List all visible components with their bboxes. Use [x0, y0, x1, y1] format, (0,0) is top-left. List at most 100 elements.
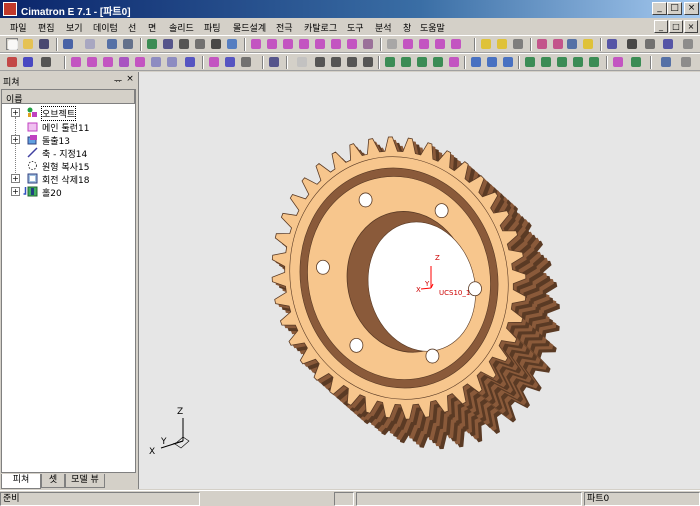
surface-d-icon[interactable]	[572, 56, 584, 68]
curve-d-icon[interactable]	[432, 56, 444, 68]
filter-point-icon[interactable]	[134, 56, 146, 68]
more-tools-icon[interactable]	[682, 38, 694, 50]
tool-a-icon[interactable]	[208, 56, 220, 68]
hidden-line-icon[interactable]	[434, 38, 446, 50]
select-arrow-icon[interactable]	[40, 56, 52, 68]
render-mode-dropdown-icon[interactable]	[450, 38, 462, 50]
tree-item-circular-copy[interactable]: 원형 복사15	[2, 159, 135, 173]
tree-item-objects[interactable]: + 오브젝트	[2, 106, 135, 121]
curve-e-icon[interactable]	[448, 56, 460, 68]
expand-icon[interactable]: +	[11, 135, 20, 144]
pin-icon[interactable]: ᅲ	[113, 74, 123, 87]
maximize-button[interactable]: □	[667, 2, 682, 15]
zoom-dynamic-icon[interactable]	[178, 38, 190, 50]
menu-file[interactable]: 파일	[10, 21, 27, 34]
sweep-tool-icon[interactable]	[502, 56, 514, 68]
name-column-header[interactable]: 이름	[2, 90, 135, 105]
menu-edit[interactable]: 편집	[38, 21, 55, 34]
filter-all-icon[interactable]	[150, 56, 162, 68]
filter-curve-icon[interactable]	[118, 56, 130, 68]
wireframe-icon[interactable]	[386, 38, 398, 50]
filter-set-icon[interactable]	[166, 56, 178, 68]
menu-view[interactable]: 보기	[66, 21, 83, 34]
view-iso-icon[interactable]	[250, 38, 262, 50]
new-icon[interactable]	[6, 38, 18, 50]
menu-electrode[interactable]: 전극	[276, 21, 293, 34]
rotate-icon[interactable]	[226, 38, 238, 50]
pick-icon[interactable]	[6, 56, 18, 68]
light-on-icon[interactable]	[480, 38, 492, 50]
minimize-button[interactable]: _	[652, 2, 667, 15]
tool-b-icon[interactable]	[224, 56, 236, 68]
menu-datum[interactable]: 데이텀	[93, 21, 118, 34]
menu-catalog[interactable]: 카탈로그	[304, 21, 337, 34]
tree-item-axis[interactable]: 축 - 지정14	[2, 146, 135, 160]
sketch-icon[interactable]	[268, 56, 280, 68]
circle-icon[interactable]	[362, 56, 374, 68]
doc-close-button[interactable]: ×	[684, 20, 698, 33]
shaded-edges-icon[interactable]	[418, 38, 430, 50]
tab-features[interactable]: 피쳐	[1, 474, 41, 489]
view-bottom-icon[interactable]	[330, 38, 342, 50]
point-icon[interactable]	[296, 56, 308, 68]
revolve-tool-icon[interactable]	[486, 56, 498, 68]
surface-e-icon[interactable]	[588, 56, 600, 68]
panel-close-icon[interactable]: ×	[125, 74, 135, 84]
expand-icon[interactable]: +	[11, 108, 20, 117]
extrude-tool-icon[interactable]	[470, 56, 482, 68]
feature-tree[interactable]: 이름 + 오브젝트 메인 툴런11 + 돌출13 축 - 지정14 원형 복사1…	[1, 89, 136, 473]
redo-icon[interactable]	[84, 38, 96, 50]
drafting-icon[interactable]	[660, 56, 672, 68]
curve-a-icon[interactable]	[384, 56, 396, 68]
measure-icon[interactable]	[662, 38, 674, 50]
tree-item-extrude[interactable]: + 돌출13	[2, 133, 135, 147]
doc-minimize-button[interactable]: _	[654, 20, 668, 33]
arc-icon[interactable]	[330, 56, 342, 68]
grid-icon[interactable]	[566, 38, 578, 50]
curve-b-icon[interactable]	[400, 56, 412, 68]
view-normal-icon[interactable]	[362, 38, 374, 50]
light-icon[interactable]	[496, 38, 508, 50]
view-top-icon[interactable]	[282, 38, 294, 50]
curve-c-icon[interactable]	[416, 56, 428, 68]
view-left-icon[interactable]	[346, 38, 358, 50]
glasses-icon[interactable]	[122, 38, 134, 50]
open-icon[interactable]	[22, 38, 34, 50]
light-off-icon[interactable]	[512, 38, 524, 50]
shaded-icon[interactable]	[402, 38, 414, 50]
surface-c-icon[interactable]	[556, 56, 568, 68]
close-button[interactable]: ×	[684, 2, 699, 15]
view-back-icon[interactable]	[314, 38, 326, 50]
delete-pick-icon[interactable]	[22, 56, 34, 68]
blend-icon[interactable]	[612, 56, 624, 68]
menu-window[interactable]: 창	[403, 21, 411, 34]
expand-icon[interactable]: +	[11, 187, 20, 196]
view-front-icon[interactable]	[266, 38, 278, 50]
view-right-icon[interactable]	[298, 38, 310, 50]
tree-item-main-tool[interactable]: 메인 툴런11	[2, 120, 135, 134]
undo-icon[interactable]	[62, 38, 74, 50]
line-icon[interactable]	[314, 56, 326, 68]
pan-icon[interactable]	[210, 38, 222, 50]
menu-help[interactable]: 도움말	[420, 21, 445, 34]
menu-parting[interactable]: 파팅	[204, 21, 221, 34]
gear-model[interactable]: Z X Y UCS10_1 Z X Y	[139, 72, 700, 489]
filter-edge-icon[interactable]	[102, 56, 114, 68]
layers-icon[interactable]	[582, 38, 594, 50]
menu-mold-design[interactable]: 몰드설계	[233, 21, 266, 34]
arrow-left-icon[interactable]	[536, 38, 548, 50]
zoom-all-icon[interactable]	[146, 38, 158, 50]
filter-face-icon[interactable]	[70, 56, 82, 68]
menu-tools[interactable]: 도구	[347, 21, 364, 34]
zoom-window-icon[interactable]	[162, 38, 174, 50]
tool-c-icon[interactable]	[240, 56, 252, 68]
surface-a-icon[interactable]	[524, 56, 536, 68]
menu-solid[interactable]: 솔리드	[169, 21, 194, 34]
graphics-viewport[interactable]: Z X Y UCS10_1 Z X Y	[138, 72, 700, 489]
properties-icon[interactable]	[644, 38, 656, 50]
color-fill-icon[interactable]	[606, 38, 618, 50]
pen-icon[interactable]	[626, 38, 638, 50]
doc-restore-button[interactable]: □	[669, 20, 683, 33]
arrow-right-icon[interactable]	[552, 38, 564, 50]
menu-curve[interactable]: 선	[128, 21, 136, 34]
